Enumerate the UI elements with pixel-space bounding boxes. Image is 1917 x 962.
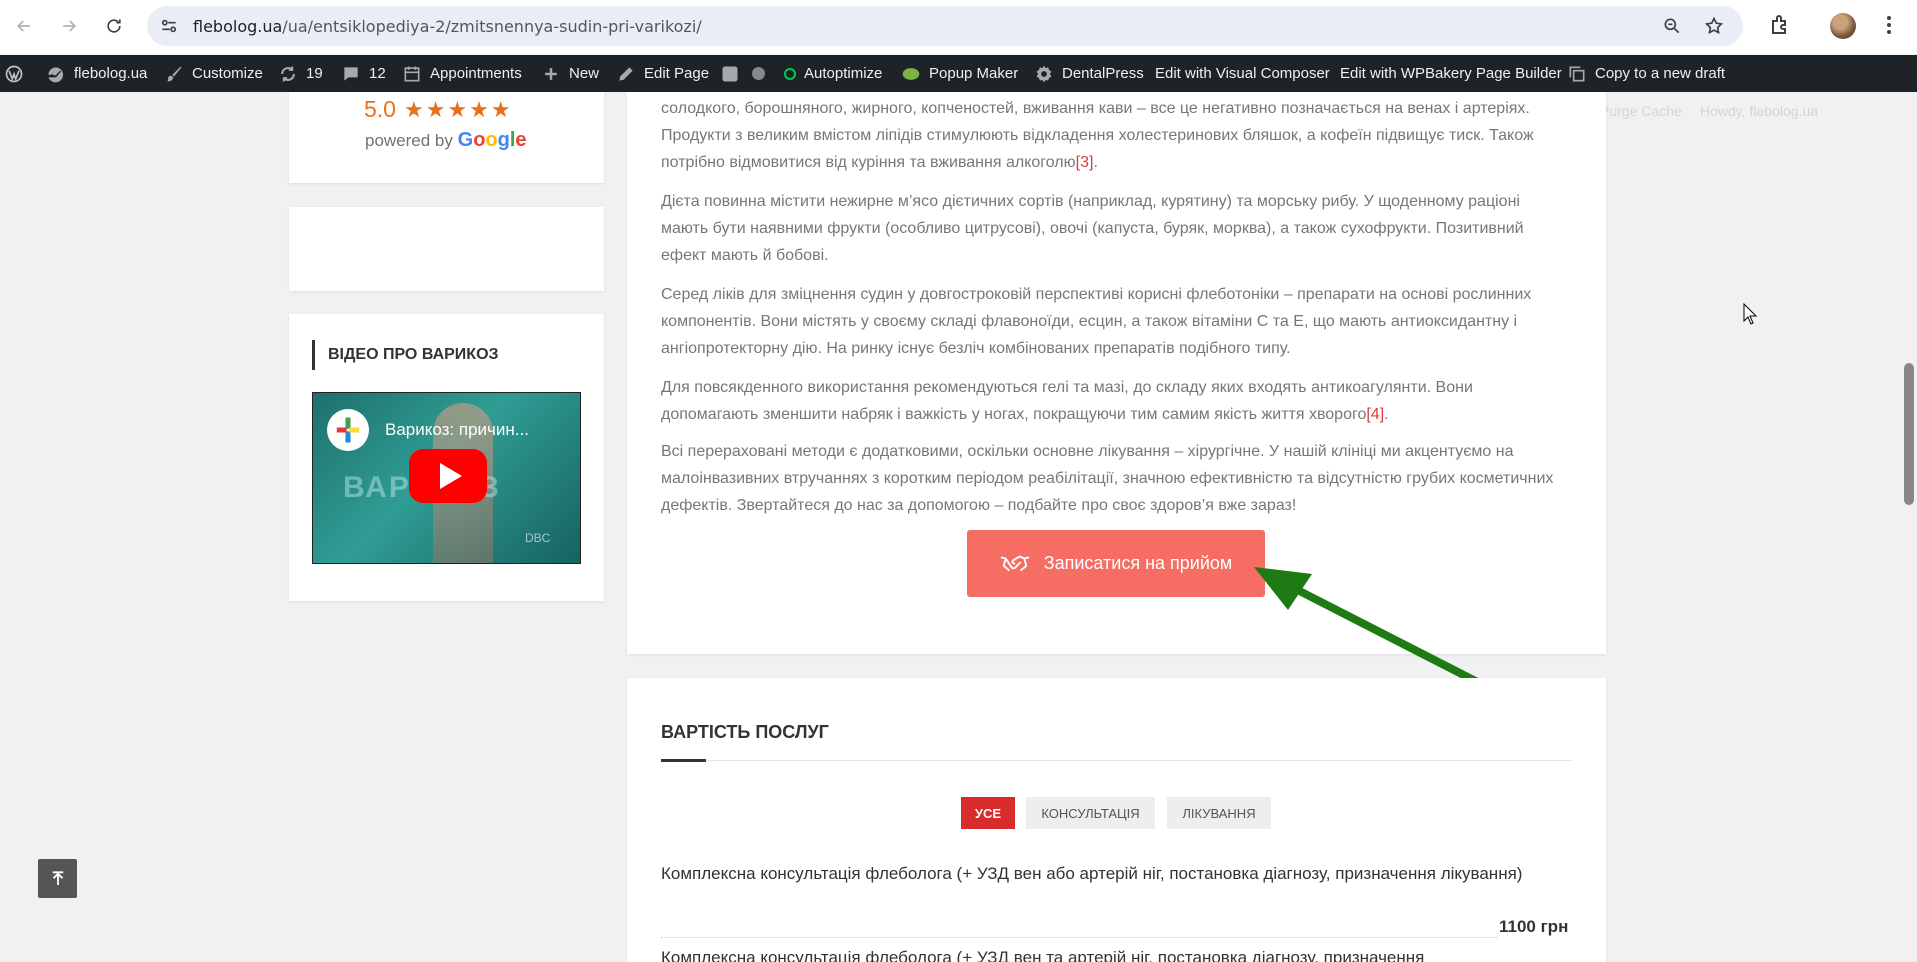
gear-icon [1036, 65, 1052, 82]
filter-tab-consultation[interactable]: КОНСУЛЬТАЦІЯ [1026, 797, 1155, 829]
bookmark-star-icon[interactable] [1704, 16, 1724, 36]
article-paragraph-diet: Дієта повинна містити нежирне м’ясо дієт… [661, 193, 1524, 264]
admin-wpbakery-link[interactable]: Edit with WPBakery Page Builder [1340, 55, 1562, 92]
admin-popup-maker-label: Popup Maker [929, 65, 1019, 82]
admin-edit-page-label: Edit Page [644, 65, 710, 82]
calendar-icon [404, 66, 420, 81]
filter-tab-all[interactable]: УСЕ [961, 797, 1015, 829]
seo-score-dot[interactable] [752, 55, 765, 92]
extensions-icon[interactable] [1768, 13, 1792, 37]
admin-appointments-label: Appointments [430, 65, 522, 82]
brush-icon [167, 66, 182, 81]
admin-site-link[interactable]: flebolog.ua [46, 55, 147, 92]
rating-stars-icon: ★★★★★ [404, 97, 513, 122]
back-arrow-icon[interactable] [10, 12, 38, 40]
admin-appointments-link[interactable]: Appointments [402, 55, 522, 92]
admin-visual-composer-link[interactable]: Edit with Visual Composer [1155, 55, 1330, 92]
video-title[interactable]: Варикоз: причин... [385, 420, 529, 440]
updates-icon [281, 66, 295, 81]
article-paragraph-medications: Серед ліків для зміцнення судин у довгос… [661, 286, 1532, 357]
admin-comments-link[interactable]: 12 [341, 55, 386, 92]
powered-by-label: powered by [365, 131, 453, 150]
copy-icon [1569, 66, 1585, 81]
admin-comments-count: 12 [369, 65, 386, 82]
channel-logo-icon[interactable] [327, 409, 369, 451]
video-widget-heading: ВІДЕО ПРО ВАРИКОЗ [312, 340, 499, 370]
admin-autoptimize-label: Autoptimize [804, 65, 883, 82]
filter-tab-treatment[interactable]: ЛІКУВАННЯ [1167, 797, 1271, 829]
admin-customize-link[interactable]: Customize [164, 55, 263, 92]
service-item-dots [661, 937, 1497, 938]
forward-arrow-icon[interactable] [55, 12, 83, 40]
admin-purge-cache-faded: Purge Cache [1600, 103, 1682, 119]
prices-heading-divider [661, 760, 1572, 761]
admin-new-label: New [569, 65, 600, 82]
article-paragraph-diet-restrictions: солодкого, борошняного, жирного, копчено… [661, 100, 1534, 171]
google-logo: Google [457, 129, 527, 151]
admin-dentalpress-label: DentalPress [1062, 65, 1144, 82]
prices-heading: ВАРТІСТЬ ПОСЛУГ [661, 722, 829, 742]
prices-heading-accent [661, 759, 706, 762]
admin-customize-label: Customize [192, 65, 263, 82]
plus-icon [545, 67, 557, 80]
admin-new-link[interactable]: New [541, 55, 599, 92]
reload-icon[interactable] [100, 12, 128, 40]
book-appointment-label: Записатися на прийом [1043, 553, 1233, 573]
url-text[interactable]: flebolog.ua/ua/entsiklopediya-2/zmitsnen… [193, 17, 702, 36]
admin-dentalpress-link[interactable]: DentalPress [1034, 55, 1144, 92]
wordpress-logo-icon[interactable] [4, 55, 24, 92]
admin-wpbakery-label: Edit with WPBakery Page Builder [1340, 65, 1562, 82]
menu-kebab-icon[interactable] [1877, 13, 1901, 37]
service-item-name: Комплексна консультація флеболога (+ УЗД… [661, 948, 1425, 962]
admin-copy-draft-label: Copy to a new draft [1595, 65, 1726, 82]
arrow-up-icon [52, 870, 63, 885]
admin-edit-page-link[interactable]: Edit Page [616, 55, 709, 92]
popup-maker-icon [902, 67, 920, 80]
reference-link-3[interactable]: [3] [1076, 154, 1094, 171]
admin-autoptimize-link[interactable]: Autoptimize [784, 55, 882, 92]
video-watermark: DBC [525, 531, 551, 545]
reference-link-4[interactable]: [4] [1366, 406, 1384, 423]
handshake-icon [1000, 554, 1029, 571]
admin-updates-count: 19 [306, 65, 323, 82]
autoptimize-status-icon [784, 67, 796, 80]
admin-visual-composer-label: Edit with Visual Composer [1155, 65, 1330, 82]
mouse-cursor-icon [1743, 303, 1757, 325]
article-paragraph-gels: Для повсякденного використання рекоменду… [661, 379, 1473, 423]
address-bar[interactable]: flebolog.ua/ua/entsiklopediya-2/zmitsnen… [147, 6, 1743, 46]
play-button-icon[interactable] [409, 449, 487, 503]
profile-avatar[interactable] [1830, 13, 1856, 39]
dashboard-icon [48, 66, 64, 82]
admin-updates-link[interactable]: 19 [278, 55, 323, 92]
service-item-name: Комплексна консультація флеболога (+ УЗД… [661, 864, 1523, 883]
youtube-video-embed[interactable]: ВАРИКОЗ Варикоз: причин... DBC [312, 392, 581, 564]
article-paragraph-conclusion: Всі перераховані методи є додатковими, о… [661, 443, 1554, 514]
rating-value: 5.0 [364, 96, 396, 122]
zoom-icon[interactable] [1662, 16, 1682, 36]
book-appointment-button[interactable]: Записатися на прийом [967, 530, 1265, 597]
comments-icon [344, 66, 358, 81]
site-info-icon[interactable] [159, 16, 179, 36]
empty-sidebar-widget [289, 207, 604, 291]
pencil-icon [619, 66, 633, 81]
admin-popup-maker-link[interactable]: Popup Maker [901, 55, 1018, 92]
admin-site-label: flebolog.ua [74, 65, 148, 82]
admin-howdy-faded: Howdy, flebolog.ua [1700, 103, 1819, 119]
powered-by-google: powered by Google [365, 129, 527, 152]
back-to-top-button[interactable] [38, 859, 77, 898]
page-scrollbar[interactable] [1902, 92, 1917, 962]
scrollbar-thumb[interactable] [1904, 363, 1914, 505]
service-item-price: 1100 грн [1499, 917, 1569, 936]
browser-toolbar: flebolog.ua/ua/entsiklopediya-2/zmitsnen… [0, 0, 1917, 54]
yoast-seo-icon[interactable] [720, 55, 740, 92]
admin-copy-draft-link[interactable]: Copy to a new draft [1567, 55, 1725, 92]
wp-admin-bar: flebolog.ua Customize 19 12 Appointments… [0, 55, 1917, 92]
